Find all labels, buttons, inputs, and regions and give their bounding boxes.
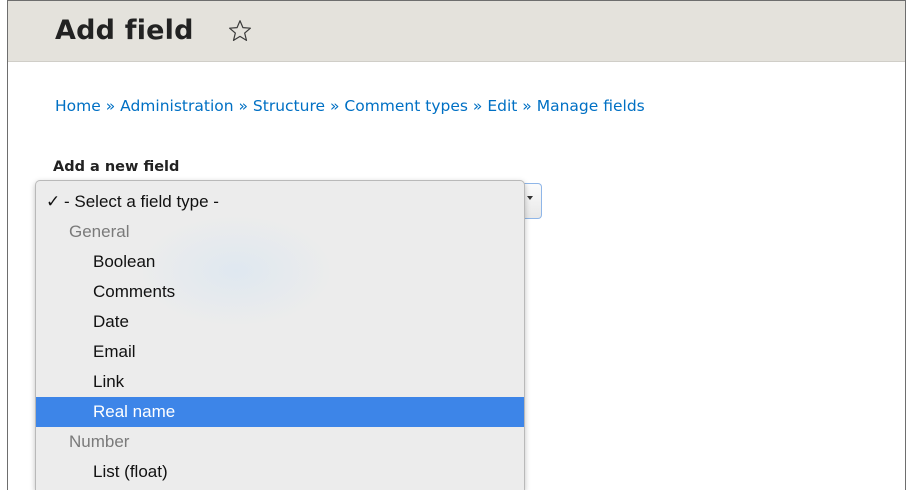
select-option-placeholder[interactable]: ✓ - Select a field type -	[36, 187, 524, 217]
breadcrumb-home[interactable]: Home	[55, 97, 101, 115]
checkmark-icon: ✓	[46, 192, 61, 211]
star-outline-icon[interactable]	[227, 18, 253, 44]
breadcrumb-separator: »	[105, 97, 121, 115]
optgroup-number: Number	[69, 432, 130, 451]
page-header: Add field	[8, 1, 905, 62]
breadcrumb-separator: »	[472, 97, 488, 115]
breadcrumb-administration[interactable]: Administration	[120, 97, 233, 115]
option-date[interactable]: Date	[36, 307, 524, 337]
page-title: Add field	[55, 15, 194, 46]
breadcrumb: Home » Administration » Structure » Comm…	[55, 94, 645, 118]
breadcrumb-separator: »	[522, 97, 537, 115]
option-list-float[interactable]: List (float)	[36, 457, 524, 487]
breadcrumb-separator: »	[329, 97, 345, 115]
breadcrumb-comment-types[interactable]: Comment types	[344, 97, 468, 115]
breadcrumb-separator: »	[238, 97, 253, 115]
option-boolean[interactable]: Boolean	[36, 247, 524, 277]
option-link[interactable]: Link	[36, 367, 524, 397]
option-comments[interactable]: Comments	[36, 277, 524, 307]
optgroup-general: General	[69, 222, 130, 241]
selected-value: - Select a field type -	[64, 192, 219, 211]
add-new-field-label: Add a new field	[53, 159, 180, 175]
chevron-down-icon[interactable]	[527, 196, 533, 200]
field-type-dropdown[interactable]: ✓ - Select a field type - General Boolean…	[35, 180, 525, 490]
breadcrumb-structure[interactable]: Structure	[253, 97, 325, 115]
breadcrumb-edit[interactable]: Edit	[487, 97, 517, 115]
option-real-name[interactable]: Real name	[36, 397, 524, 427]
option-email[interactable]: Email	[36, 337, 524, 367]
breadcrumb-manage-fields[interactable]: Manage fields	[537, 97, 645, 115]
